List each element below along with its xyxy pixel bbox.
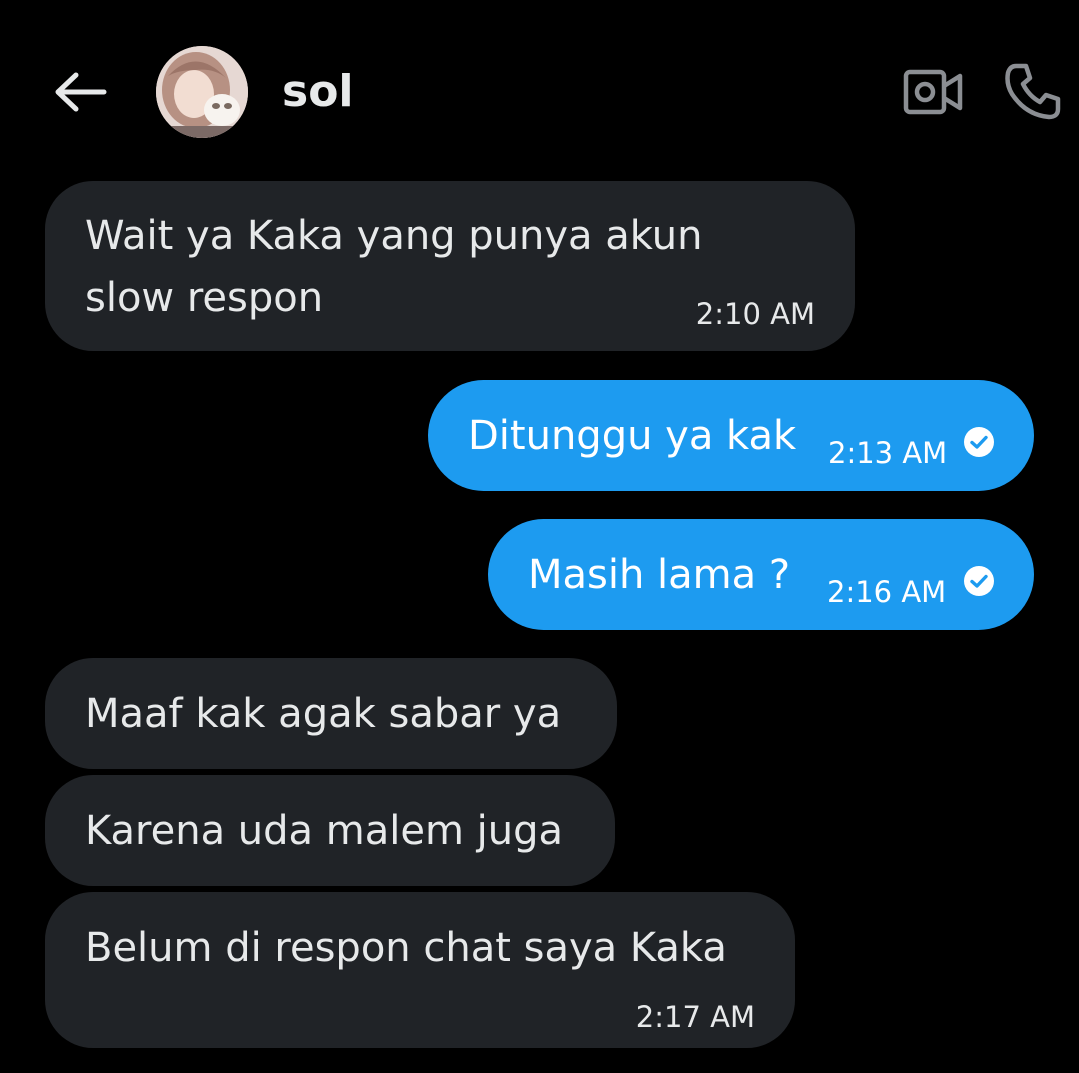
message-text: Masih lama ? — [528, 552, 791, 598]
message-text-line-1: Wait ya Kaka yang punya akun — [85, 213, 703, 259]
conversation-header: sol — [0, 0, 1079, 170]
voice-call-button[interactable] — [1000, 58, 1066, 124]
message-text: Maaf kak agak sabar ya — [85, 691, 562, 737]
message-timestamp: 2:16 AM — [827, 575, 947, 609]
video-camera-icon — [903, 69, 963, 115]
message-bubble-incoming[interactable]: Karena uda malem juga — [45, 775, 615, 886]
check-circle-icon — [964, 566, 994, 596]
message-bubble-outgoing[interactable]: Ditunggu ya kak 2:13 AM — [428, 380, 1034, 491]
back-button[interactable] — [50, 66, 110, 118]
message-timestamp: 2:13 AM — [828, 436, 948, 470]
phone-icon — [1005, 63, 1061, 120]
message-text: Ditunggu ya kak — [468, 413, 797, 459]
contact-name[interactable]: sol — [282, 66, 354, 118]
message-timestamp: 2:10 AM — [695, 297, 815, 331]
message-text: Belum di respon chat saya Kaka — [85, 925, 727, 971]
message-text: Karena uda malem juga — [85, 808, 564, 854]
arrow-left-icon — [55, 72, 107, 112]
check-circle-icon — [964, 427, 994, 457]
video-call-button[interactable] — [900, 64, 966, 120]
message-bubble-incoming[interactable]: Wait ya Kaka yang punya akun slow respon… — [45, 181, 855, 351]
avatar[interactable] — [156, 46, 248, 138]
message-text-line-2: slow respon — [85, 275, 324, 321]
message-bubble-incoming[interactable]: Belum di respon chat saya Kaka 2:17 AM — [45, 892, 795, 1048]
avatar-image — [156, 46, 248, 138]
message-bubble-incoming[interactable]: Maaf kak agak sabar ya — [45, 658, 617, 769]
message-bubble-outgoing[interactable]: Masih lama ? 2:16 AM — [488, 519, 1034, 630]
message-timestamp: 2:17 AM — [635, 1000, 755, 1034]
